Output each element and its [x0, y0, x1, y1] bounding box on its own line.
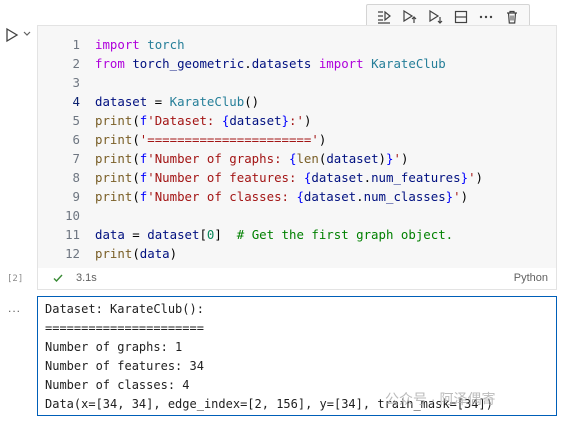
execute-below-icon [429, 9, 443, 24]
line-number: 4 [72, 94, 80, 109]
code-line[interactable]: 4 dataset = KarateClub() [38, 92, 556, 111]
code-line[interactable]: 3 [38, 73, 556, 92]
line-number: 2 [72, 56, 80, 71]
line-number: 7 [72, 151, 80, 166]
split-cell-icon [454, 10, 467, 24]
output-line: Number of classes: 4 [45, 378, 190, 392]
output-line: Number of graphs: 1 [45, 340, 183, 354]
output-line: ====================== [45, 321, 204, 335]
code-cell[interactable]: 1 import torch 2 from torch_geometric.datas… [37, 25, 557, 290]
code-line[interactable]: 12 print(data) [38, 244, 556, 263]
line-number: 10 [65, 208, 80, 223]
output-line: Dataset: KarateClub(): [45, 302, 204, 316]
line-number: 3 [72, 75, 80, 90]
code-text: from torch_geometric.datasets import Kar… [95, 56, 446, 71]
line-number: 6 [72, 132, 80, 147]
watermark: 公众号 · 阿泽偶寄 [385, 391, 496, 407]
code-line[interactable]: 5 print(f'Dataset: {dataset}:') [38, 111, 556, 130]
code-line[interactable]: 2 from torch_geometric.datasets import Ka… [38, 54, 556, 73]
line-number: 12 [65, 246, 80, 261]
code-text: print(f'Dataset: {dataset}:') [95, 113, 312, 128]
cell-status-bar: 3.1s Python [38, 268, 556, 290]
output-line: Number of features: 34 [45, 359, 204, 373]
execution-count: [2] [7, 274, 24, 284]
line-number: 11 [65, 227, 80, 242]
code-line[interactable]: 10 [38, 206, 556, 225]
code-line[interactable]: 6 print('======================') [38, 130, 556, 149]
execution-time: 3.1s [76, 272, 97, 284]
more-icon [480, 15, 493, 19]
code-editor[interactable]: 1 import torch 2 from torch_geometric.datas… [38, 26, 556, 268]
execute-above-icon [403, 9, 417, 23]
delete-icon [507, 10, 518, 24]
run-cell-icon[interactable] [4, 27, 20, 43]
code-text: import torch [95, 37, 185, 52]
line-number: 1 [72, 37, 80, 52]
code-line[interactable]: 8 print(f'Number of features: {dataset.nu… [38, 168, 556, 187]
code-line[interactable]: 9 print(f'Number of classes: {dataset.num… [38, 187, 556, 206]
code-line[interactable]: 1 import torch [38, 35, 556, 54]
line-number: 5 [72, 113, 80, 128]
line-number: 9 [72, 189, 80, 204]
code-text: data = dataset[0] # Get the first graph … [95, 227, 454, 242]
code-text: print(data) [95, 246, 178, 261]
line-number: 8 [72, 170, 80, 185]
code-text: print(f'Number of graphs: {len(dataset)}… [95, 151, 409, 166]
chevron-down-icon[interactable] [22, 29, 32, 39]
code-line[interactable]: 7 print(f'Number of graphs: {len(dataset)… [38, 149, 556, 168]
language-label[interactable]: Python [514, 272, 548, 284]
output-more-button[interactable]: ... [8, 301, 21, 315]
code-text: print(f'Number of features: {dataset.num… [95, 170, 483, 185]
run-by-line-icon [377, 10, 391, 24]
code-text: print('======================') [95, 132, 327, 147]
code-text: dataset = KarateClub() [95, 94, 260, 109]
check-icon [53, 274, 63, 283]
code-text: print(f'Number of classes: {dataset.num_… [95, 189, 469, 204]
code-line[interactable]: 11 data = dataset[0] # Get the first grap… [38, 225, 556, 244]
